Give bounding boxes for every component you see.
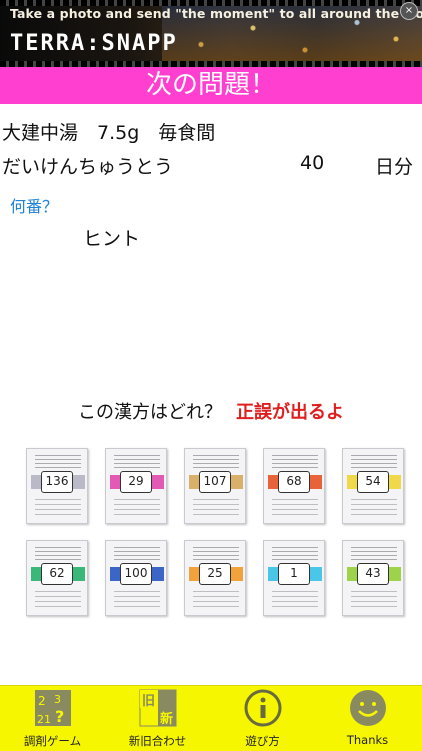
svg-text:21: 21 xyxy=(37,713,51,726)
kampo-package[interactable]: 107 xyxy=(184,448,246,524)
package-fine-print xyxy=(193,591,239,609)
info-icon xyxy=(244,689,281,727)
package-fine-print xyxy=(351,499,397,517)
kampo-package[interactable]: 62 xyxy=(26,540,88,616)
kampo-package[interactable]: 29 xyxy=(105,448,167,524)
package-label-text xyxy=(35,547,81,561)
package-number: 1 xyxy=(278,563,310,585)
package-number: 43 xyxy=(357,563,389,585)
package-fine-print xyxy=(272,499,318,517)
tab-label: 調剤ゲーム xyxy=(23,734,82,748)
package-label-text xyxy=(351,547,397,561)
prescription-reading: だいけんちゅうとう xyxy=(2,156,174,178)
package-fine-print xyxy=(35,591,81,609)
tab-old-new-match[interactable]: 旧 新 新旧合わせ xyxy=(105,686,210,751)
package-number: 54 xyxy=(357,471,389,493)
tab-thanks[interactable]: Thanks xyxy=(315,686,420,751)
kampo-package[interactable]: 25 xyxy=(184,540,246,616)
package-fine-print xyxy=(351,591,397,609)
banner-tagline: Take a photo and send "the moment" to al… xyxy=(10,6,422,21)
kampo-package[interactable]: 68 xyxy=(263,448,325,524)
package-fine-print xyxy=(35,499,81,517)
package-number: 136 xyxy=(41,471,73,493)
ad-banner[interactable]: Take a photo and send "the moment" to al… xyxy=(0,0,422,67)
package-label-text xyxy=(193,547,239,561)
svg-text:?: ? xyxy=(55,707,64,726)
old-new-match-icon: 旧 新 xyxy=(139,689,176,727)
banner-close-icon[interactable]: × xyxy=(400,2,418,20)
svg-text:旧: 旧 xyxy=(142,694,155,709)
tab-how-to-play[interactable]: 遊び方 xyxy=(210,686,315,751)
svg-text:新: 新 xyxy=(160,711,173,727)
package-fine-print xyxy=(114,591,160,609)
package-label-text xyxy=(272,547,318,561)
tab-dispensing-game[interactable]: 2 3 21 ? 調剤ゲーム xyxy=(0,686,105,751)
package-label-text xyxy=(35,455,81,469)
package-label-text xyxy=(351,455,397,469)
which-number-link[interactable]: 何番？ xyxy=(10,193,58,217)
hint-button[interactable]: ヒント xyxy=(83,224,140,251)
package-label-text xyxy=(272,455,318,469)
package-fine-print xyxy=(193,499,239,517)
package-number: 68 xyxy=(278,471,310,493)
package-fine-print xyxy=(114,499,160,517)
tab-bar: 2 3 21 ? 調剤ゲーム 旧 新 新旧合わせ 遊び方 Thanks xyxy=(0,685,422,751)
quiz-result-note: 正誤が出るよ xyxy=(236,402,344,423)
kampo-package[interactable]: 43 xyxy=(342,540,404,616)
page-title: 次の問題！ xyxy=(0,67,422,104)
banner-logo: TERRA:SNAPP xyxy=(10,31,178,56)
tab-label: 遊び方 xyxy=(245,734,280,748)
svg-text:2: 2 xyxy=(38,694,46,708)
prescription-days-unit: 日分 xyxy=(375,156,414,178)
package-number: 107 xyxy=(199,471,231,493)
prescription-line: 大建中湯 7.5g 毎食間 xyxy=(2,122,216,144)
package-fine-print xyxy=(272,591,318,609)
quiz-prompt: この漢方はどれ？ 正誤が出るよ xyxy=(0,398,422,424)
package-label-text xyxy=(114,547,160,561)
package-number: 25 xyxy=(199,563,231,585)
kampo-package[interactable]: 54 xyxy=(342,448,404,524)
package-number: 100 xyxy=(120,563,152,585)
smiley-icon xyxy=(349,690,386,726)
kampo-package[interactable]: 100 xyxy=(105,540,167,616)
svg-text:3: 3 xyxy=(54,693,61,706)
dispensing-game-icon: 2 3 21 ? xyxy=(34,690,71,726)
package-label-text xyxy=(193,455,239,469)
package-number: 29 xyxy=(120,471,152,493)
package-label-text xyxy=(114,455,160,469)
kampo-package[interactable]: 1 xyxy=(263,540,325,616)
tab-label: Thanks xyxy=(346,733,389,747)
quiz-question: この漢方はどれ？ xyxy=(78,402,222,423)
kampo-package[interactable]: 136 xyxy=(26,448,88,524)
tab-label: 新旧合わせ xyxy=(128,734,187,748)
prescription-days: 40 xyxy=(300,152,325,174)
package-number: 62 xyxy=(41,563,73,585)
